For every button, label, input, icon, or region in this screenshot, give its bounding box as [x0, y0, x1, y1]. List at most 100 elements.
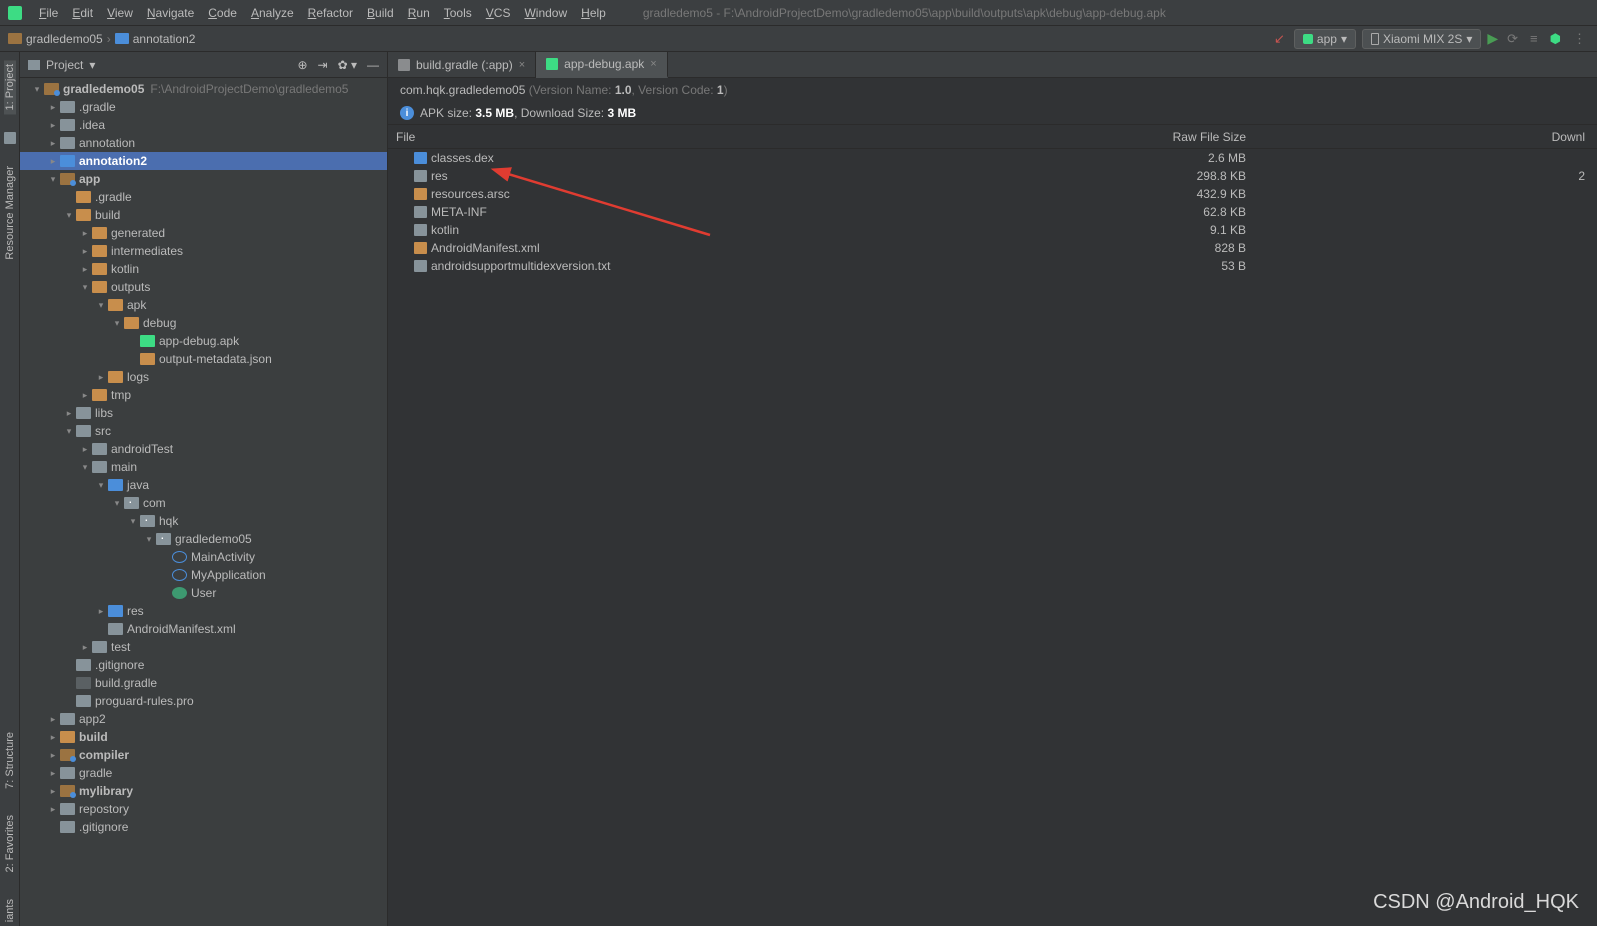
menu-help[interactable]: Help [574, 6, 613, 20]
tree-item[interactable]: app [20, 170, 387, 188]
debug-icon[interactable]: ⟳ [1504, 31, 1521, 47]
tree-item[interactable]: gradledemo05 [20, 530, 387, 548]
tree-item[interactable]: com [20, 494, 387, 512]
tree-item[interactable]: res [20, 602, 387, 620]
file-row[interactable]: META-INF62.8 KB [388, 203, 1597, 221]
tree-item[interactable]: MainActivity [20, 548, 387, 566]
more-icon[interactable]: ⋮ [1570, 31, 1589, 47]
menu-build[interactable]: Build [360, 6, 401, 20]
run-button[interactable]: ▶ [1487, 30, 1498, 47]
tree-item[interactable]: main [20, 458, 387, 476]
tree-item[interactable]: app-debug.apk [20, 332, 387, 350]
tree-item[interactable]: .gradle [20, 188, 387, 206]
file-row[interactable]: androidsupportmultidexversion.txt53 B [388, 257, 1597, 275]
close-icon[interactable]: × [519, 59, 525, 71]
menu-run[interactable]: Run [401, 6, 437, 20]
tree-item[interactable]: MyApplication [20, 566, 387, 584]
file-row[interactable]: res298.8 KB2 [388, 167, 1597, 185]
locate-icon[interactable]: ⊕ [297, 58, 307, 72]
apk-size-info: i APK size: 3.5 MB, Download Size: 3 MB [388, 102, 1597, 125]
editor-area: build.gradle (:app)×app-debug.apk× com.h… [388, 52, 1597, 926]
tree-item[interactable]: hqk [20, 512, 387, 530]
file-row[interactable]: kotlin9.1 KB [388, 221, 1597, 239]
tree-item[interactable]: outputs [20, 278, 387, 296]
menu-view[interactable]: View [100, 6, 140, 20]
tool-tab-structure[interactable]: 7: Structure [4, 728, 16, 793]
menu-analyze[interactable]: Analyze [244, 6, 301, 20]
profile-icon[interactable]: ≡ [1527, 31, 1541, 46]
apk-header: com.hqk.gradledemo05 (Version Name: 1.0,… [388, 78, 1597, 102]
tree-item[interactable]: libs [20, 404, 387, 422]
tree-item[interactable]: app2 [20, 710, 387, 728]
tree-item[interactable]: mylibrary [20, 782, 387, 800]
file-row[interactable]: resources.arsc432.9 KB [388, 185, 1597, 203]
tree-item[interactable]: .gitignore [20, 656, 387, 674]
project-panel: Project ▾ ⊕ ⇥ ✿ ▾ — gradledemo05F:\Andro… [20, 52, 388, 926]
tree-item[interactable]: intermediates [20, 242, 387, 260]
tree-item[interactable]: gradledemo05F:\AndroidProjectDemo\gradle… [20, 80, 387, 98]
hide-icon[interactable]: — [367, 58, 379, 72]
tree-item[interactable]: compiler [20, 746, 387, 764]
editor-tab[interactable]: app-debug.apk× [536, 52, 668, 78]
file-row[interactable]: AndroidManifest.xml828 B [388, 239, 1597, 257]
tree-item[interactable]: repostory [20, 800, 387, 818]
tree-item[interactable]: build [20, 206, 387, 224]
tree-item[interactable]: src [20, 422, 387, 440]
menu-edit[interactable]: Edit [65, 6, 100, 20]
tree-item[interactable]: proguard-rules.pro [20, 692, 387, 710]
tree-item[interactable]: logs [20, 368, 387, 386]
tree-item[interactable]: generated [20, 224, 387, 242]
col-download-size[interactable]: Downl [1258, 130, 1597, 144]
tree-item[interactable]: java [20, 476, 387, 494]
breadcrumb-root[interactable]: gradledemo05 [8, 32, 103, 46]
editor-tab[interactable]: build.gradle (:app)× [388, 52, 536, 77]
col-file[interactable]: File [388, 130, 1028, 144]
tree-item[interactable]: debug [20, 314, 387, 332]
window-title-path: gradledemo5 - F:\AndroidProjectDemo\grad… [643, 6, 1166, 20]
tree-item[interactable]: annotation2 [20, 152, 387, 170]
editor-tabs: build.gradle (:app)×app-debug.apk× [388, 52, 1597, 78]
tree-item[interactable]: .gitignore [20, 818, 387, 836]
tree-item[interactable]: build.gradle [20, 674, 387, 692]
close-icon[interactable]: × [650, 58, 656, 70]
project-tree[interactable]: gradledemo05F:\AndroidProjectDemo\gradle… [20, 78, 387, 926]
tree-item[interactable]: .idea [20, 116, 387, 134]
tool-icon[interactable] [4, 132, 16, 144]
tree-item[interactable]: User [20, 584, 387, 602]
settings-icon[interactable]: ✿ ▾ [338, 58, 357, 72]
tree-item[interactable]: tmp [20, 386, 387, 404]
menu-vcs[interactable]: VCS [479, 6, 518, 20]
tool-tab-variants[interactable]: iants [4, 895, 16, 926]
tree-item[interactable]: apk [20, 296, 387, 314]
menu-navigate[interactable]: Navigate [140, 6, 201, 20]
tree-item[interactable]: gradle [20, 764, 387, 782]
breadcrumb: gradledemo05 › annotation2 [8, 32, 195, 46]
dropdown-icon[interactable]: ▾ [89, 58, 95, 72]
tree-item[interactable]: annotation [20, 134, 387, 152]
tree-item[interactable]: androidTest [20, 440, 387, 458]
tree-item[interactable]: test [20, 638, 387, 656]
device-dropdown[interactable]: Xiaomi MIX 2S▾ [1362, 29, 1481, 49]
tree-item[interactable]: .gradle [20, 98, 387, 116]
menu-refactor[interactable]: Refactor [301, 6, 360, 20]
menu-file[interactable]: File [32, 6, 65, 20]
tree-item[interactable]: kotlin [20, 260, 387, 278]
menu-window[interactable]: Window [517, 6, 574, 20]
sync-icon[interactable]: ↙ [1271, 31, 1288, 47]
tool-tab-resource-manager[interactable]: Resource Manager [4, 162, 16, 264]
breadcrumb-leaf[interactable]: annotation2 [115, 32, 196, 46]
collapse-icon[interactable]: ⇥ [318, 58, 328, 72]
menu-tools[interactable]: Tools [437, 6, 479, 20]
menu-code[interactable]: Code [201, 6, 244, 20]
tree-item[interactable]: output-metadata.json [20, 350, 387, 368]
tool-tab-project[interactable]: 1: Project [4, 60, 16, 114]
tool-tab-favorites[interactable]: 2: Favorites [4, 811, 16, 876]
avd-icon[interactable]: ⬢ [1547, 31, 1564, 47]
tree-item[interactable]: AndroidManifest.xml [20, 620, 387, 638]
run-config-dropdown[interactable]: app▾ [1294, 29, 1356, 49]
col-raw-size[interactable]: Raw File Size [1028, 130, 1258, 144]
file-row[interactable]: classes.dex2.6 MB [388, 149, 1597, 167]
project-panel-title: Project [46, 58, 83, 72]
apk-size-text: APK size: 3.5 MB, Download Size: 3 MB [420, 106, 636, 120]
tree-item[interactable]: build [20, 728, 387, 746]
